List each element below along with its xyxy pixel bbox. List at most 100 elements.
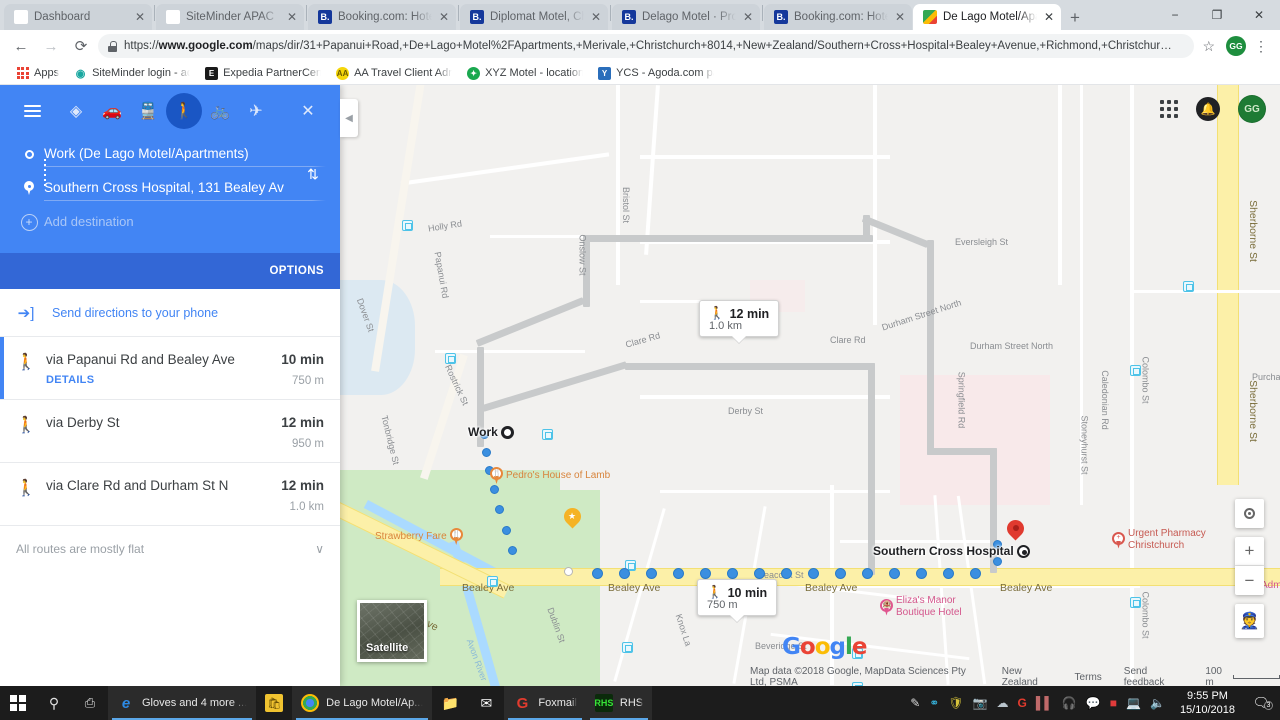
zoom-in-button[interactable]: + xyxy=(1235,537,1264,566)
volume-icon[interactable]: 🔈 xyxy=(1150,696,1165,710)
profile-avatar[interactable]: GG xyxy=(1226,36,1246,56)
tab-close-icon[interactable]: ✕ xyxy=(286,11,298,23)
back-button[interactable]: ← xyxy=(8,33,34,59)
send-feedback-link[interactable]: Send feedback xyxy=(1124,666,1182,686)
bell-icon[interactable]: 🔔 xyxy=(1196,97,1220,121)
route-details-button[interactable]: DETAILS xyxy=(46,374,281,386)
account-avatar[interactable]: GG xyxy=(1238,95,1266,123)
map-canvas[interactable]: Holly Rd Papanui Rd Bristol St Onslow St… xyxy=(340,85,1280,686)
tab-booking-hotels-2[interactable]: B. Booking.com: Hotels i ✕ xyxy=(764,4,912,30)
bookmark-star-icon[interactable]: ☆ xyxy=(1198,38,1219,55)
close-directions-button[interactable]: ✕ xyxy=(290,93,326,129)
poi-elizas-manor-boutique-hotel[interactable]: 🏨 Eliza's Manor Boutique Hotel xyxy=(880,595,988,619)
antivirus-icon[interactable]: ■ xyxy=(1110,696,1117,710)
messaging-icon[interactable]: 💬 xyxy=(1086,696,1101,710)
transit-stop-icon[interactable] xyxy=(542,429,553,440)
street-view-pegman-icon[interactable]: 👮 xyxy=(1235,604,1264,638)
tab-close-icon[interactable]: ✕ xyxy=(134,11,146,23)
terms-link[interactable]: Terms xyxy=(1075,672,1102,683)
transit-stop-icon[interactable] xyxy=(487,576,498,587)
taskbar-item-file-explorer[interactable]: 📁 xyxy=(432,686,468,720)
transit-stop-icon[interactable] xyxy=(1183,281,1194,292)
tab-booking-hotels-1[interactable]: B. Booking.com: Hotels i ✕ xyxy=(308,4,456,30)
collapse-panel-button[interactable]: ◀ xyxy=(340,99,358,137)
audio-device-icon[interactable]: 🎧 xyxy=(1062,696,1077,710)
close-window-button[interactable]: ✕ xyxy=(1238,2,1280,28)
taskbar-item-rhs[interactable]: RHS RHS xyxy=(585,686,653,720)
tab-dashboard[interactable]: ◐ Dashboard ✕ xyxy=(4,4,152,30)
bookmark-siteminder-login[interactable]: ◉ SiteMinder login - ac xyxy=(68,65,196,82)
elevation-note-row[interactable]: All routes are mostly flat ∨ xyxy=(0,526,340,572)
mode-flights[interactable]: ✈ xyxy=(238,93,274,129)
route-option-clare-durham[interactable]: 🚶 via Clare Rd and Durham St N 12 min 1.… xyxy=(0,463,340,526)
origin-marker[interactable]: Work xyxy=(468,425,514,439)
tab-delago-motel-property[interactable]: B. Delago Motel · Proper ✕ xyxy=(612,4,760,30)
zoom-out-button[interactable]: − xyxy=(1235,566,1264,595)
network-icon[interactable]: 💻 xyxy=(1126,696,1141,710)
bookmark-ycs-agoda[interactable]: Y YCS - Agoda.com pa xyxy=(592,65,720,82)
mode-walking[interactable]: 🚶 xyxy=(166,93,202,129)
apps-grid-icon[interactable] xyxy=(1160,100,1178,118)
shield-warning-icon[interactable]: 🛡 xyxy=(948,696,963,710)
taskbar-item-edge[interactable]: e Gloves and 4 more ... xyxy=(108,686,257,720)
tab-de-lago-motel-maps[interactable]: De Lago Motel/Apartm ✕ xyxy=(913,4,1061,30)
screenshot-icon[interactable]: 📷 xyxy=(973,696,988,710)
bookmark-xyz-motel-location[interactable]: ✦ XYZ Motel - location xyxy=(461,65,589,82)
taskbar-item-store[interactable]: 🛍 xyxy=(256,686,292,720)
transit-stop-icon[interactable] xyxy=(1130,597,1141,608)
address-bar[interactable]: https://www.google.com/maps/dir/31+Papan… xyxy=(98,34,1195,58)
mode-best-route[interactable]: ◈ xyxy=(58,93,94,129)
poi-urgent-pharmacy-christchurch[interactable]: + Urgent Pharmacy Christchurch xyxy=(1112,528,1224,552)
taskbar-item-foxmail[interactable]: G Foxmail xyxy=(504,686,586,720)
destination-input[interactable]: Southern Cross Hospital, 131 Bealey Av xyxy=(44,175,326,201)
destination-marker[interactable]: Southern Cross Hospital xyxy=(873,544,1030,558)
tab-close-icon[interactable]: ✕ xyxy=(742,11,754,23)
pen-workspace-icon[interactable]: ✎ xyxy=(910,696,920,710)
search-button[interactable]: ⚲ xyxy=(36,686,72,720)
swap-endpoints-icon[interactable]: ⇅ xyxy=(300,161,326,187)
mode-cycling[interactable]: 🚲 xyxy=(202,93,238,129)
chevron-down-icon[interactable]: ∨ xyxy=(315,542,324,556)
poi-strawberry-fare[interactable]: Strawberry Fare 🍴 xyxy=(375,528,463,545)
tab-close-icon[interactable]: ✕ xyxy=(894,11,906,23)
transit-stop-icon[interactable] xyxy=(445,353,456,364)
equalizer-icon[interactable]: ▌▌ xyxy=(1036,696,1053,710)
reload-button[interactable]: ⟳ xyxy=(68,33,94,59)
map-saved-place-pin-icon[interactable]: ★ xyxy=(560,504,585,531)
tab-close-icon[interactable]: ✕ xyxy=(590,11,602,23)
start-button[interactable] xyxy=(0,686,36,720)
mode-driving[interactable]: 🚗 xyxy=(94,93,130,129)
minimize-button[interactable]: − xyxy=(1154,2,1196,28)
alt-route-callout[interactable]: 🚶 12 min 1.0 km xyxy=(699,300,780,343)
route-option-derby-st[interactable]: 🚶 via Derby St 12 min 950 m xyxy=(0,400,340,463)
new-tab-button[interactable]: + xyxy=(1070,9,1080,26)
selected-route-callout[interactable]: 🚶 10 min 750 m xyxy=(697,579,778,622)
bookmark-apps[interactable]: Apps xyxy=(10,65,65,82)
foxmail-tray-icon[interactable]: G xyxy=(1018,696,1027,710)
maximize-button[interactable]: ❐ xyxy=(1196,2,1238,28)
mode-transit[interactable]: 🚆 xyxy=(130,93,166,129)
bookmark-expedia-partnercentral[interactable]: E Expedia PartnerCent xyxy=(199,65,327,82)
add-destination-row[interactable]: + Add destination xyxy=(14,205,326,239)
tab-diplomat-motel[interactable]: B. Diplomat Motel, Christ ✕ xyxy=(460,4,608,30)
tab-close-icon[interactable]: ✕ xyxy=(1043,11,1055,23)
taskbar-item-chrome[interactable]: De Lago Motel/Ap... xyxy=(292,686,433,720)
add-destination-input[interactable]: Add destination xyxy=(44,209,326,235)
region-link[interactable]: New Zealand xyxy=(1002,666,1053,686)
satellite-layer-toggle[interactable]: Satellite xyxy=(357,600,427,662)
task-view-button[interactable]: ⎙ xyxy=(72,686,108,720)
poi-pedros-house-of-lamb[interactable]: 🍴 Pedro's House of Lamb xyxy=(490,467,610,484)
my-location-icon[interactable] xyxy=(1235,499,1264,528)
tab-siteminder-apac[interactable]: ◉ SiteMinder APAC ✕ xyxy=(156,4,304,30)
transit-stop-icon[interactable] xyxy=(402,220,413,231)
forward-button[interactable]: → xyxy=(38,33,64,59)
tab-close-icon[interactable]: ✕ xyxy=(438,11,450,23)
destination-pin-icon[interactable] xyxy=(1003,516,1028,543)
taskbar-item-mail[interactable]: ✉ xyxy=(468,686,504,720)
onedrive-icon[interactable]: ☁ xyxy=(997,696,1009,710)
taskbar-clock[interactable]: 9:55 PM 15/10/2018 xyxy=(1174,689,1241,717)
origin-input[interactable]: Work (De Lago Motel/Apartments) xyxy=(44,141,326,167)
route-option-papanui-bealey[interactable]: 🚶 via Papanui Rd and Bealey Ave DETAILS … xyxy=(0,337,340,400)
transit-stop-icon[interactable] xyxy=(622,642,633,653)
logitech-icon[interactable]: ⚭ xyxy=(929,696,939,710)
